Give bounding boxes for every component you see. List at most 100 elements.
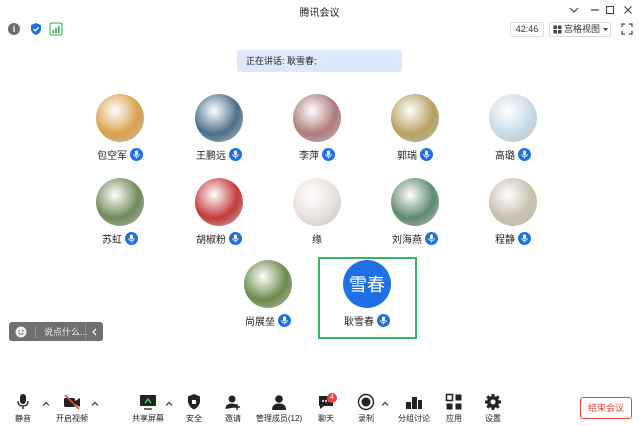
settings-label: 设置: [485, 414, 501, 423]
participant-tile[interactable]: 郭瑞: [366, 94, 464, 178]
microphone-icon: [518, 147, 531, 161]
avatar: [391, 178, 439, 226]
participant-name: 郭瑞: [397, 150, 417, 162]
participant-tile[interactable]: 李萍: [268, 94, 366, 178]
invite-label: 邀请: [225, 414, 241, 423]
participant-name-row: 缘: [268, 230, 366, 246]
security-button[interactable]: 安全: [182, 388, 206, 426]
shield-icon[interactable]: [29, 22, 43, 36]
participant-tile[interactable]: 胡椒粉: [170, 178, 268, 262]
window-title: 腾讯会议: [299, 8, 340, 19]
fullscreen-icon[interactable]: [621, 23, 633, 35]
view-mode-button[interactable]: 宫格视图: [549, 22, 611, 37]
participant-tile[interactable]: 王鹏远: [170, 94, 268, 178]
microphone-icon: [420, 147, 433, 161]
emoji-icon[interactable]: [15, 326, 27, 338]
apps-icon: [445, 393, 462, 410]
video-options-icon[interactable]: [91, 400, 99, 408]
record-icon: [357, 393, 375, 411]
invite-button[interactable]: 邀请: [221, 388, 245, 426]
settings-button[interactable]: 设置: [481, 388, 505, 426]
maximize-icon[interactable]: [602, 2, 618, 18]
chat-unread-badge: 4: [327, 393, 337, 403]
window-pin-icon[interactable]: [566, 2, 582, 18]
chevron-down-icon: [603, 28, 609, 31]
quick-chat-input[interactable]: 说点什么...: [9, 322, 103, 341]
share-screen-label: 共享屏幕: [132, 414, 164, 423]
record-button[interactable]: 录制: [354, 388, 378, 426]
avatar: [96, 178, 144, 226]
avatar: [391, 94, 439, 142]
breakout-rooms-label: 分组讨论: [398, 414, 430, 423]
chat-placeholder: 说点什么...: [44, 327, 88, 337]
microphone-icon: [322, 147, 335, 161]
participant-name: 尚展垒: [245, 316, 275, 328]
chevron-left-icon: [92, 328, 97, 335]
avatar: [195, 94, 243, 142]
participant-tile[interactable]: 包空军: [71, 94, 169, 178]
apps-button[interactable]: 应用: [442, 388, 466, 426]
participant-name: 缘: [312, 234, 322, 246]
active-speaker-banner: 正在讲话: 耿雪春;: [237, 50, 402, 72]
close-icon[interactable]: [620, 2, 636, 18]
chat-label: 聊天: [318, 414, 334, 423]
info-icon[interactable]: i: [8, 23, 20, 35]
participant-name-row: 尚展垒: [219, 312, 317, 328]
participant-name: 胡椒粉: [196, 234, 226, 246]
members-icon: [272, 395, 286, 410]
breakout-icon: [406, 397, 422, 409]
participant-name-row: 胡椒粉: [170, 230, 268, 246]
participant-name-row: 李萍: [268, 146, 366, 162]
manage-members-button[interactable]: 管理成员(12): [256, 388, 302, 426]
view-mode-label: 宫格视图: [564, 24, 601, 34]
end-meeting-button[interactable]: 结束会议: [580, 397, 632, 419]
minimize-icon[interactable]: [587, 2, 603, 18]
participant-name-row: 郭瑞: [366, 146, 464, 162]
record-options-icon[interactable]: [381, 400, 389, 408]
microphone-icon: [17, 394, 29, 409]
network-signal-icon[interactable]: [49, 22, 63, 36]
record-label: 录制: [358, 414, 374, 423]
chat-collapse-button[interactable]: [85, 322, 103, 341]
avatar: [489, 178, 537, 226]
invite-user-icon: [225, 395, 240, 410]
participant-name: 刘海燕: [392, 234, 422, 246]
mute-button[interactable]: 静音: [10, 388, 36, 426]
share-screen-icon: [140, 395, 156, 410]
avatar: [293, 178, 341, 226]
title-bar: 腾讯会议: [0, 0, 639, 20]
participant-name-row: 刘海燕: [366, 230, 464, 246]
microphone-icon: [229, 231, 242, 245]
video-button[interactable]: 开启视频: [54, 388, 90, 426]
shield-icon: [188, 394, 200, 410]
grid-icon: [553, 25, 562, 34]
apps-label: 应用: [446, 414, 462, 423]
participant-name-row: 包空军: [71, 146, 169, 162]
participant-tile[interactable]: 苏虹: [71, 178, 169, 262]
participant-tile[interactable]: 刘海燕: [366, 178, 464, 262]
participant-tile[interactable]: 缘: [268, 178, 366, 262]
participant-name: 高璐: [495, 150, 515, 162]
avatar: [489, 94, 537, 142]
meeting-timer: 42:46: [510, 22, 544, 37]
breakout-rooms-button[interactable]: 分组讨论: [396, 388, 432, 426]
participant-name: 李萍: [299, 150, 319, 162]
participant-tile[interactable]: 高璐: [464, 94, 562, 178]
microphone-icon: [130, 147, 143, 161]
participant-name-row: 苏虹: [71, 230, 169, 246]
camera-off-icon: [64, 394, 80, 410]
avatar: [244, 260, 292, 308]
share-options-icon[interactable]: [165, 400, 173, 408]
meeting-window: 腾讯会议 i 42:46 宫格视图 正在讲话: 耿雪春; 包空军 王鹏远 李萍 …: [0, 0, 639, 426]
participant-name-row: 程静: [464, 230, 562, 246]
participant-name-row: 王鹏远: [170, 146, 268, 162]
manage-members-label: 管理成员(12): [255, 414, 303, 423]
participant-tile[interactable]: 程静: [464, 178, 562, 262]
mute-label: 静音: [15, 414, 31, 423]
participant-tile[interactable]: 尚展垒: [219, 260, 317, 344]
participant-name: 程静: [495, 234, 515, 246]
microphone-icon: [518, 231, 531, 245]
microphone-icon: [125, 231, 138, 245]
share-screen-button[interactable]: 共享屏幕: [130, 388, 166, 426]
mute-options-icon[interactable]: [42, 400, 50, 408]
